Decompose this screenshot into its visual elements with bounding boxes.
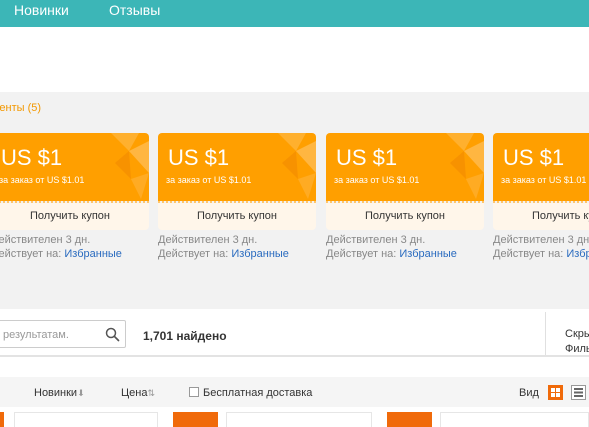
coupon-condition: за заказ от US $1.01: [166, 175, 252, 185]
get-coupon-button[interactable]: Получить купон: [158, 203, 316, 230]
sort-new[interactable]: Новинки⬇: [34, 387, 85, 399]
product-card-edge: [0, 412, 4, 427]
coupon-applies: Действует на: Избранные: [0, 248, 122, 260]
product-card-edge: [173, 412, 218, 427]
sort-price-label: Цена: [121, 387, 148, 399]
grid-view-glyph: [551, 388, 560, 397]
coupon-card: US $1 за заказ от US $1.01 Получить купо…: [326, 133, 484, 230]
coupon-condition: за заказ от US $1.01: [0, 175, 85, 185]
coupon-validity: Действителен 3 дн.: [493, 234, 589, 246]
coupon-applies-prefix: Действует на:: [493, 248, 564, 260]
get-coupon-button[interactable]: Получить купон: [326, 203, 484, 230]
coupon-applies: Действует на: Избранные: [326, 248, 457, 260]
hide-filters-line1: Скрыть: [565, 328, 589, 340]
coupon-condition: за заказ от US $1.01: [501, 175, 587, 185]
grid-view-icon[interactable]: [548, 385, 563, 400]
coupon-applies-prefix: Действует на:: [0, 248, 62, 260]
coupon-card: US $1 за заказ от US $1.01 Получить купо…: [0, 133, 149, 230]
free-shipping-label[interactable]: Бесплатная доставка: [203, 387, 312, 399]
coupon-applies-link[interactable]: Избранные: [231, 248, 289, 260]
coupon-header: US $1 за заказ от US $1.01: [326, 133, 484, 201]
coupon-applies-link[interactable]: Избранные: [566, 248, 589, 260]
sort-price[interactable]: Цена⇅: [121, 387, 155, 399]
product-card-edge: [14, 412, 158, 427]
nav-item-reviews[interactable]: Отзывы: [109, 2, 160, 18]
coupon-validity: Действителен 3 дн.: [326, 234, 426, 246]
coupon-card: US $1 за заказ от US $1.01 Получить купо…: [158, 133, 316, 230]
get-coupon-button[interactable]: Получить купон: [493, 203, 589, 230]
list-view-glyph: [574, 388, 583, 397]
get-coupon-label: Получить купон: [365, 210, 445, 222]
coupon-applies-link[interactable]: Избранные: [399, 248, 457, 260]
get-coupon-button[interactable]: Получить купон: [0, 203, 149, 230]
product-card-edge: [440, 412, 589, 427]
coupon-validity: Действителен 3 дн.: [158, 234, 258, 246]
get-coupon-label: Получить купон: [532, 210, 589, 222]
coupon-applies-link[interactable]: Избранные: [64, 248, 122, 260]
free-shipping-checkbox[interactable]: [189, 387, 199, 397]
coupon-applies: Действует на: Избранные: [493, 248, 589, 260]
coupon-amount: US $1: [503, 145, 565, 170]
coupon-applies-prefix: Действует на:: [326, 248, 397, 260]
hide-filters-panel[interactable]: Скрыть Фильтры: [545, 312, 589, 356]
search-within-results: [0, 320, 126, 348]
nav-item-new[interactable]: Новинки: [14, 2, 69, 18]
view-label: Вид: [519, 387, 539, 399]
sort-arrow-icon: ⇅: [147, 388, 155, 398]
get-coupon-label: Получить купон: [30, 210, 110, 222]
search-input[interactable]: [3, 326, 103, 343]
results-count: 1,701 найдено: [143, 329, 227, 343]
coupon-card: US $1 за заказ от US $1.01 Получить купо…: [493, 133, 589, 230]
coupon-decoration-icon: [111, 133, 149, 199]
coupon-amount: US $1: [168, 145, 230, 170]
product-card-edge: [387, 412, 432, 427]
top-navigation-bar: Новинки Отзывы: [0, 0, 589, 27]
get-coupon-label: Получить купон: [197, 210, 277, 222]
sort-new-label: Новинки: [34, 387, 78, 399]
coupon-validity: Действителен 3 дн.: [0, 234, 91, 246]
coupon-header: US $1 за заказ от US $1.01: [158, 133, 316, 201]
coupon-tab-label[interactable]: ленты (5): [0, 102, 41, 114]
coupon-applies-prefix: Действует на:: [158, 248, 229, 260]
coupon-applies: Действует на: Избранные: [158, 248, 289, 260]
sort-arrow-icon: ⬇: [77, 388, 85, 398]
coupon-header: US $1 за заказ от US $1.01: [0, 133, 149, 201]
coupon-amount: US $1: [1, 145, 63, 170]
list-view-icon[interactable]: [571, 385, 586, 400]
coupon-decoration-icon: [278, 133, 316, 199]
search-icon[interactable]: [105, 327, 120, 342]
coupon-meta-clip: Действителен 3 дн. Действует на: Избранн…: [493, 234, 589, 264]
coupon-amount: US $1: [336, 145, 398, 170]
hide-filters-line2: Фильтры: [565, 343, 589, 355]
coupon-condition: за заказ от US $1.01: [334, 175, 420, 185]
product-card-edge: [226, 412, 372, 427]
coupon-decoration-icon: [446, 133, 484, 199]
section-divider: [0, 355, 589, 357]
coupon-header: US $1 за заказ от US $1.01: [493, 133, 589, 201]
